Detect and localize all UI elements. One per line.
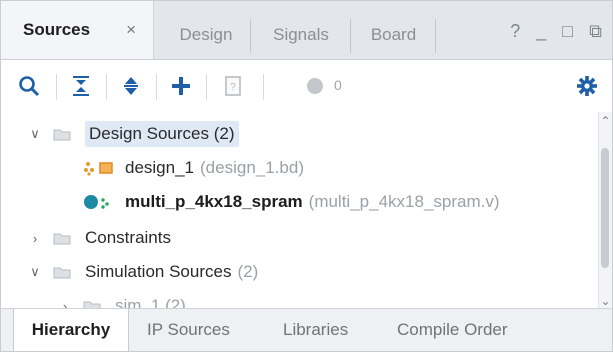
tab-ip-sources-label: IP Sources: [147, 320, 230, 339]
design-1-name: design_1: [125, 158, 195, 177]
gear-icon[interactable]: [573, 72, 601, 100]
tab-board-label: Board: [370, 25, 417, 44]
tab-hierarchy-label: Hierarchy: [31, 320, 111, 339]
tree-node-multi-p-4kx18-spram[interactable]: multi_p_4kx18_spram (multi_p_4kx18_spram…: [83, 186, 500, 218]
tab-board[interactable]: Board: [351, 11, 436, 59]
constraints-label: Constraints: [85, 228, 171, 247]
multi-p-4kx18-spram-name: multi_p_4kx18_spram: [125, 192, 303, 211]
scroll-down-icon[interactable]: ⌄: [600, 294, 611, 308]
chevron-down-icon[interactable]: ∨: [27, 126, 43, 142]
tab-divider: [435, 19, 436, 53]
verilog-module-icon: [84, 195, 109, 209]
toolbar-separator: [106, 74, 107, 100]
toolbar-separator: [263, 74, 264, 100]
tab-sources-label: Sources: [23, 20, 91, 39]
sources-panel: Sources × Design Signals Board ? _ □ ⧉ ?…: [0, 0, 613, 352]
simulation-sources-count: (2): [237, 262, 259, 281]
status-count: 0: [334, 77, 342, 93]
folder-icon: [53, 267, 71, 278]
tab-compile-order-label: Compile Order: [397, 320, 508, 339]
tab-signals-label: Signals: [273, 25, 329, 44]
chevron-down-icon[interactable]: ∨: [27, 264, 43, 280]
chevron-right-icon[interactable]: ›: [27, 231, 43, 246]
tab-signals[interactable]: Signals: [251, 11, 351, 59]
help-icon[interactable]: ?: [510, 21, 520, 42]
toolbar-separator: [56, 74, 57, 100]
tab-libraries-label: Libraries: [283, 320, 349, 339]
tab-ip-sources[interactable]: IP Sources: [147, 309, 230, 351]
status-dot-icon[interactable]: [301, 72, 329, 100]
tree-node-simulation-sources[interactable]: ∨ Simulation Sources (2): [27, 256, 258, 288]
svg-text:?: ?: [230, 82, 236, 93]
folder-icon: [53, 129, 71, 140]
scrollbar-thumb[interactable]: [601, 148, 609, 268]
simulation-sources-label: Simulation Sources: [85, 262, 232, 281]
multi-p-4kx18-spram-file: (multi_p_4kx18_spram.v): [308, 192, 500, 211]
design-sources-label: Design Sources (2): [85, 121, 239, 147]
design-1-file: (design_1.bd): [200, 158, 304, 177]
search-icon[interactable]: [15, 72, 43, 100]
minimize-icon[interactable]: _: [536, 21, 546, 42]
toolbar-separator: [156, 74, 157, 100]
tree-node-design-1[interactable]: design_1 (design_1.bd): [83, 152, 304, 184]
sources-tree: ∨ Design Sources (2) design_1 (design_1.…: [1, 112, 599, 310]
scroll-up-icon[interactable]: ⌃: [600, 114, 611, 128]
block-design-icon: [84, 162, 113, 176]
float-icon[interactable]: ⧉: [589, 21, 602, 42]
tab-sources[interactable]: Sources ×: [1, 1, 154, 59]
folder-icon: [53, 233, 71, 244]
tab-hierarchy[interactable]: Hierarchy: [13, 309, 129, 352]
document-icon[interactable]: ?: [219, 72, 247, 100]
tree-node-constraints[interactable]: › Constraints: [27, 222, 171, 254]
tab-compile-order[interactable]: Compile Order: [397, 309, 508, 351]
add-icon[interactable]: [167, 72, 195, 100]
tree-node-sim-1[interactable]: › sim_1 (2): [57, 290, 186, 310]
collapse-all-icon[interactable]: [67, 72, 95, 100]
bottom-tab-strip: Hierarchy IP Sources Libraries Compile O…: [1, 308, 612, 352]
tab-design-label: Design: [179, 25, 233, 44]
close-icon[interactable]: ×: [126, 20, 136, 40]
panel-tab-strip: Sources × Design Signals Board ? _ □ ⧉: [1, 1, 612, 60]
expand-all-icon[interactable]: [117, 72, 145, 100]
tree-node-design-sources[interactable]: ∨ Design Sources (2): [27, 118, 239, 150]
tab-libraries[interactable]: Libraries: [283, 309, 348, 351]
toolbar-separator: [206, 74, 207, 100]
maximize-icon[interactable]: □: [562, 21, 573, 42]
sources-toolbar: ? 0: [1, 60, 612, 112]
window-buttons: ? _ □ ⧉: [510, 21, 602, 42]
tab-design[interactable]: Design: [161, 11, 251, 59]
tree-scrollbar[interactable]: ⌃ ⌄: [598, 112, 612, 310]
